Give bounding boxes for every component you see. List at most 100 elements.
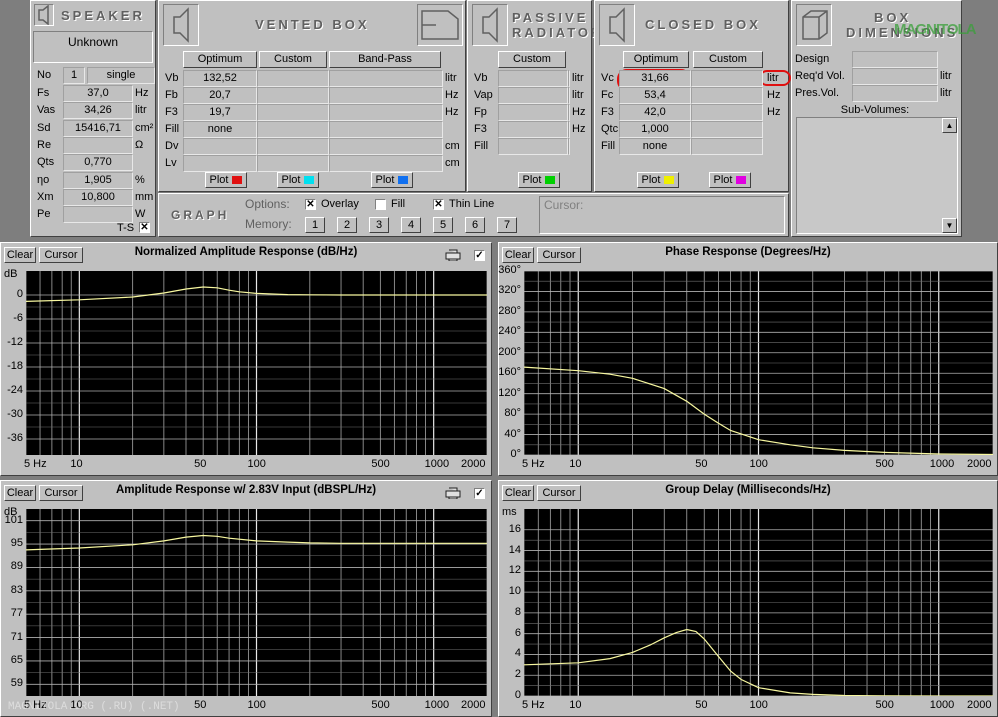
dims-row-unit: litr xyxy=(940,70,952,82)
vented-row-cell[interactable] xyxy=(183,138,257,155)
passive-row-cell[interactable] xyxy=(498,138,568,155)
speaker-param-value[interactable]: 0,770 xyxy=(63,154,133,172)
memory-button-5[interactable]: 5 xyxy=(433,217,453,233)
fill-checkbox[interactable] xyxy=(375,199,386,210)
passive-row-cell[interactable] xyxy=(568,87,570,104)
vented-port-icon[interactable] xyxy=(417,4,463,46)
vented-plot-optimum[interactable]: Plot xyxy=(205,172,247,188)
vented-row-cell[interactable] xyxy=(257,104,329,121)
speaker-param-value[interactable]: 34,26 xyxy=(63,102,133,120)
closed-row-cell[interactable]: 42,0 xyxy=(619,104,691,121)
closed-row-cell[interactable] xyxy=(691,121,763,138)
closed-box-icon[interactable] xyxy=(599,4,635,46)
closed-row-cell[interactable] xyxy=(691,87,763,104)
vented-row-cell[interactable] xyxy=(329,70,443,87)
no-value[interactable]: 1 xyxy=(63,67,85,84)
vented-row-cell[interactable] xyxy=(257,155,329,172)
memory-button-7[interactable]: 7 xyxy=(497,217,517,233)
vented-row-cell[interactable]: 132,52 xyxy=(183,70,257,87)
memory-button-2[interactable]: 2 xyxy=(337,217,357,233)
closed-row-cell[interactable]: 53,4 xyxy=(619,87,691,104)
passive-row-cell[interactable] xyxy=(498,70,568,87)
closed-row-cell[interactable] xyxy=(691,104,763,121)
box-dimensions-icon[interactable] xyxy=(796,4,832,46)
closed-plot-optimum[interactable]: Plot xyxy=(637,172,679,188)
vented-row-cell[interactable]: 20,7 xyxy=(183,87,257,104)
speaker-param-value[interactable] xyxy=(63,206,133,224)
scroll-down-button[interactable]: ▼ xyxy=(942,218,957,233)
memory-button-4[interactable]: 4 xyxy=(401,217,421,233)
vented-row-cell[interactable]: none xyxy=(183,121,257,138)
closed-tab-custom[interactable]: Custom xyxy=(693,51,763,68)
passive-row-cell[interactable] xyxy=(498,121,568,138)
passive-row-cell[interactable] xyxy=(568,70,570,87)
speaker-param-value[interactable]: 15416,71 xyxy=(63,119,133,137)
closed-row-cell[interactable] xyxy=(691,70,763,87)
memory-button-1[interactable]: 1 xyxy=(305,217,325,233)
closed-tab-optimum[interactable]: Optimum xyxy=(623,51,689,68)
speaker-name[interactable]: Unknown xyxy=(33,31,153,63)
printer-icon[interactable] xyxy=(443,487,463,500)
vented-row-cell[interactable] xyxy=(329,155,443,172)
plot-area[interactable] xyxy=(25,509,488,696)
x-tick-label: 5 Hz xyxy=(24,458,47,470)
subvol-list[interactable]: ▲ ▼ xyxy=(796,117,958,234)
closed-row-cell[interactable]: 31,66 xyxy=(619,70,691,87)
no-mode[interactable]: single xyxy=(87,67,155,84)
printer-icon[interactable] xyxy=(443,249,463,262)
passive-row-cell[interactable] xyxy=(568,121,570,138)
passive-radiator-icon[interactable] xyxy=(472,4,508,46)
vented-tab-optimum[interactable]: Optimum xyxy=(183,51,257,68)
dims-row-value[interactable] xyxy=(852,51,938,68)
vented-row-cell[interactable] xyxy=(329,104,443,121)
graph-title: GRAPH xyxy=(171,208,230,222)
passive-row-cell[interactable] xyxy=(498,87,568,104)
vented-row-cell[interactable] xyxy=(329,87,443,104)
vented-row-cell[interactable] xyxy=(257,70,329,87)
vented-row-cell[interactable] xyxy=(257,87,329,104)
speaker-param-value[interactable]: 10,800 xyxy=(63,188,133,206)
speaker-param-value[interactable] xyxy=(63,136,133,154)
speaker-param-value[interactable]: 1,905 xyxy=(63,171,133,189)
thin-line-checkbox[interactable]: ✕ xyxy=(433,199,444,210)
vented-row-cell[interactable] xyxy=(257,121,329,138)
passive-tab-custom[interactable]: Custom xyxy=(498,51,566,68)
vented-plot-bandpass[interactable]: Plot xyxy=(371,172,413,188)
passive-row-cell[interactable] xyxy=(568,138,570,155)
graph-visible-checkbox[interactable]: ✓ xyxy=(474,488,485,499)
passive-row-label: Fill xyxy=(474,140,489,152)
scroll-up-button[interactable]: ▲ xyxy=(942,118,957,133)
y-tick-label: 12 xyxy=(508,564,521,577)
vented-row-cell[interactable] xyxy=(257,138,329,155)
memory-button-6[interactable]: 6 xyxy=(465,217,485,233)
closed-plot-custom[interactable]: Plot xyxy=(709,172,751,188)
vented-row-cell[interactable]: 19,7 xyxy=(183,104,257,121)
vented-plot-custom[interactable]: Plot xyxy=(277,172,319,188)
y-tick-label: -18 xyxy=(7,360,23,372)
closed-row-cell[interactable] xyxy=(691,138,763,155)
plot-area[interactable] xyxy=(523,270,994,456)
overlay-checkbox[interactable]: ✕ xyxy=(305,199,316,210)
passive-row-cell[interactable] xyxy=(568,104,570,121)
graph-visible-checkbox[interactable]: ✓ xyxy=(474,250,485,261)
speaker-icon[interactable] xyxy=(34,4,54,26)
passive-row-cell[interactable] xyxy=(498,104,568,121)
vented-row-cell[interactable] xyxy=(329,138,443,155)
memory-button-3[interactable]: 3 xyxy=(369,217,389,233)
plot-area[interactable] xyxy=(523,509,994,697)
vented-tab-bandpass[interactable]: Band-Pass xyxy=(329,51,441,68)
speaker-param-value[interactable]: 37,0 xyxy=(63,85,133,102)
vented-tab-custom[interactable]: Custom xyxy=(259,51,327,68)
dims-row-value[interactable] xyxy=(852,85,938,102)
vented-box-icon[interactable] xyxy=(163,4,199,46)
dims-row-value[interactable] xyxy=(852,68,938,85)
closed-row-cell[interactable]: none xyxy=(619,138,691,155)
vented-row-cell[interactable] xyxy=(183,155,257,172)
plot-area[interactable] xyxy=(25,271,488,455)
vented-title: VENTED BOX xyxy=(255,17,370,32)
ts-checkbox[interactable]: ✕ xyxy=(139,222,150,233)
speaker-param-unit: Hz xyxy=(135,87,149,99)
vented-row-cell[interactable] xyxy=(329,121,443,138)
closed-row-cell[interactable]: 1,000 xyxy=(619,121,691,138)
passive-plot-button[interactable]: Plot xyxy=(518,172,560,188)
